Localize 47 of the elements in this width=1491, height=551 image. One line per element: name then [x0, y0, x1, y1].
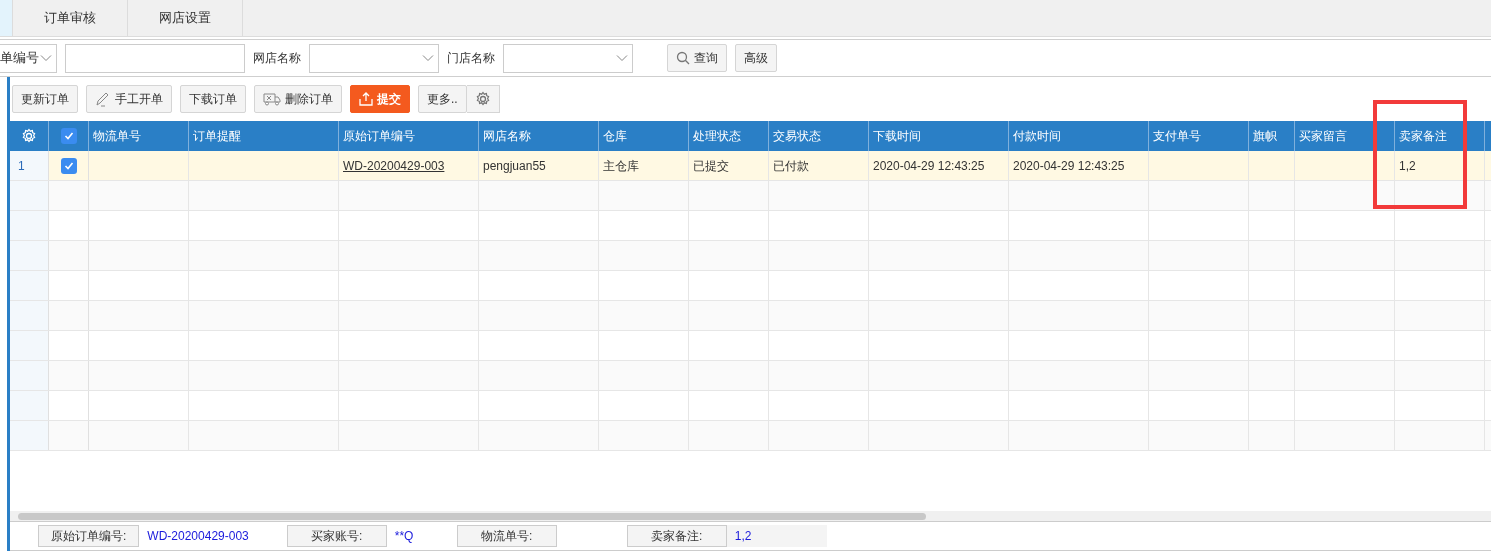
scrollbar-thumb[interactable] [18, 513, 926, 520]
chevron-down-icon [40, 54, 52, 62]
table-cell-text: 已提交 [693, 157, 729, 175]
dropdown[interactable]: 单编号 [0, 43, 57, 73]
table-cell-text: 2020-04-29 12:43:25 [873, 157, 985, 175]
toolbar-button[interactable]: 下载订单 [180, 85, 246, 113]
chevron-down-icon [616, 54, 628, 62]
table-cell-text: 1,2 [1399, 157, 1416, 175]
toolbar-button[interactable]: 更多.. [418, 85, 467, 113]
table-cell-text: pengjuan55 [483, 157, 546, 175]
field-label: 卖家备注: [626, 525, 727, 547]
checkmark-icon [63, 160, 74, 171]
field-value: **Q [393, 528, 415, 545]
field-label: 网店名称 [253, 50, 301, 67]
row-number: 1 [10, 151, 49, 180]
toolbar-button[interactable]: 更新订单 [12, 85, 78, 113]
checkmark-icon [63, 131, 74, 141]
dropdown[interactable] [309, 43, 439, 73]
advanced-button[interactable]: 高级 [735, 44, 777, 72]
settings-button[interactable] [466, 85, 500, 113]
field-label: 原始订单编号: [38, 525, 140, 547]
dropdown[interactable] [503, 43, 633, 73]
table-row[interactable]: 1 WD-20200429-003 pengjuan55 主仓库 已提交 已付款 2020-04-29 12:43:25 2020-04-29 12:43:25 1,2 [10, 151, 1491, 181]
field-label: 物流单号: [456, 525, 557, 547]
tab-edge[interactable] [0, 0, 13, 36]
chevron-down-icon [422, 54, 434, 62]
pencil-icon [95, 91, 111, 107]
table-cell-text: 主仓库 [603, 157, 639, 175]
row-checkbox[interactable] [60, 157, 77, 174]
order-link[interactable]: WD-20200429-003 [343, 156, 445, 175]
truck-icon [263, 92, 281, 106]
input-field[interactable] [65, 43, 245, 73]
search-button[interactable]: 查询 [667, 44, 727, 72]
field-value: WD-20200429-003 [146, 528, 250, 545]
field-value: 1,2 [726, 525, 827, 547]
settings-icon[interactable] [21, 128, 37, 144]
toolbar-button[interactable]: 删除订单 [254, 85, 342, 113]
settings-icon [474, 91, 491, 107]
select-all-checkbox[interactable] [60, 128, 77, 144]
field-label: 门店名称 [447, 50, 495, 67]
table-cell-text: 2020-04-29 12:43:25 [1013, 157, 1125, 175]
search-icon [676, 51, 690, 65]
upload-icon [359, 92, 373, 106]
toolbar-button[interactable]: 提交 [350, 85, 410, 113]
toolbar-button[interactable]: 手工开单 [86, 85, 172, 113]
table-cell-text: 已付款 [773, 157, 809, 175]
field-label: 买家账号: [286, 525, 387, 547]
